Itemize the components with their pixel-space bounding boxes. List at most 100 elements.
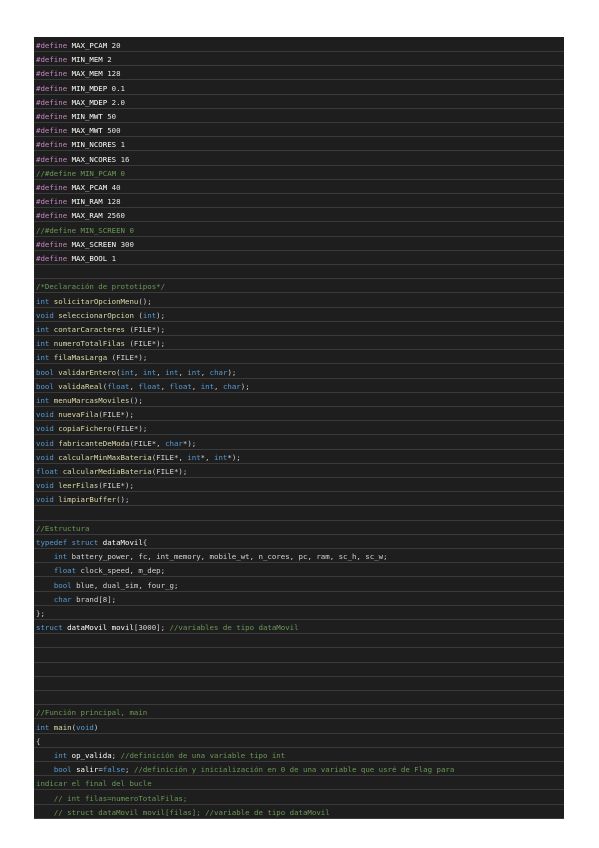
code-token: char <box>209 367 228 377</box>
code-line: //Función principal, main <box>34 706 564 720</box>
code-token: solicitarOpcionMenu <box>49 296 139 306</box>
code-token: op_valida <box>67 751 112 760</box>
code-line: bool blue, dual_sim, four_g; <box>34 579 564 592</box>
code-token: int <box>200 381 215 391</box>
code-line: //#define MIN_SCREEN 0 <box>34 224 564 237</box>
code-line: float calcularMediaBateria(FILE*); <box>34 465 564 478</box>
code-line: bool salir=false; //definición y inicial… <box>34 763 564 777</box>
code-token: void <box>36 438 54 448</box>
code-token: (); <box>116 495 130 505</box>
code-token: // struct dataMovil movil[filas]; //vari… <box>53 807 330 817</box>
code-line <box>34 664 564 677</box>
code-token: #define <box>36 239 68 249</box>
code-token: MAX_MEM <box>67 69 108 79</box>
code-line <box>34 650 564 663</box>
code-token: int <box>142 310 157 320</box>
code-line <box>34 692 564 706</box>
code-token: validaReal <box>53 381 103 391</box>
code-line: #define MAX_SCREEN 300 <box>34 238 564 251</box>
code-token: clock_speed, m_dep; <box>76 566 166 576</box>
code-token: int <box>53 751 68 760</box>
code-line: void calcularMinMaxBateria(FILE*, int*, … <box>34 451 564 464</box>
code-line: #define MIN_MEM 2 <box>34 53 564 67</box>
code-token: MAX_MDEP <box>67 97 112 107</box>
code-line: void nuevaFila(FILE*); <box>34 408 564 422</box>
code-line: int main(void) <box>34 721 564 734</box>
code-token: 20 <box>111 41 121 50</box>
code-token: int <box>142 367 157 377</box>
code-token: fabricanteDeModa <box>53 438 130 448</box>
code-token: (FILE*); <box>98 481 134 491</box>
code-token: // int filas=numeroTotalFilas; <box>53 793 188 803</box>
code-token: *); <box>182 438 197 448</box>
code-line: bool validaReal(float, float, float, int… <box>34 380 564 393</box>
code-line: /*Declaración de prototipos*/ <box>34 280 564 294</box>
code-line: void limpiarBuffer(); <box>34 493 564 507</box>
code-line: int filaMasLarga (FILE*); <box>34 351 564 365</box>
code-line: void copiaFichero(FILE*); <box>34 422 564 436</box>
code-token: numeroTotalFilas <box>49 339 126 349</box>
code-token: void <box>36 452 54 462</box>
code-token: filaMasLarga <box>49 353 108 363</box>
code-token: 40 <box>111 183 121 192</box>
code-token: 2560 <box>107 211 126 221</box>
code-token: , <box>214 381 223 391</box>
code-line: int solicitarOpcionMenu(); <box>34 295 564 308</box>
code-line: char brand[8]; <box>34 593 564 606</box>
code-token: int <box>36 296 50 306</box>
code-line: //Estructura <box>34 522 564 535</box>
code-token: blue, dual_sim, four_g; <box>71 580 179 590</box>
code-token: 128 <box>107 69 121 79</box>
code-token: }; <box>36 609 45 618</box>
code-token: (FILE*); <box>151 467 188 476</box>
code-token: MAX_PCAM <box>67 183 112 192</box>
code-token: int <box>36 325 50 334</box>
code-token: MIN_MWT <box>67 112 108 121</box>
code-token: #define <box>36 140 68 150</box>
code-token: void <box>36 410 54 420</box>
code-token: (FILE*); <box>98 410 134 420</box>
code-line: #define MAX_PCAM 20 <box>34 39 564 52</box>
code-token: MAX_MWT <box>67 126 108 136</box>
code-line: //#define MIN_PCAM 0 <box>34 167 564 180</box>
code-token: dataMovil movil <box>62 623 134 633</box>
code-token: 1 <box>111 254 117 263</box>
code-line: #define MAX_MDEP 2.0 <box>34 96 564 109</box>
code-line: }; <box>34 607 564 620</box>
code-token: struct <box>36 623 63 633</box>
code-token: #define <box>36 126 68 136</box>
code-line: #define MAX_RAM 2560 <box>34 209 564 223</box>
code-line: int numeroTotalFilas (FILE*); <box>34 337 564 351</box>
code-token: ; <box>111 751 121 760</box>
code-token: //Estructura <box>36 523 90 533</box>
code-token: dataMovil <box>98 538 143 547</box>
code-token: float <box>53 566 77 576</box>
code-token: int <box>187 452 201 462</box>
code-token: void <box>36 495 54 505</box>
code-line <box>34 635 564 649</box>
code-token: int <box>36 396 50 405</box>
code-line <box>34 508 564 521</box>
code-token: MAX_NCORES <box>67 154 121 164</box>
code-token: copiaFichero <box>53 424 112 434</box>
code-line: void fabricanteDeModa(FILE*, char*); <box>34 437 564 450</box>
code-token: int <box>53 552 68 562</box>
code-token: , <box>191 381 201 391</box>
code-token: float <box>36 467 59 476</box>
code-token: (FILE*); <box>107 353 148 363</box>
code-token: menuMarcasMoviles <box>49 396 130 405</box>
code-token: false <box>102 765 126 775</box>
code-token: 0.1 <box>111 83 126 93</box>
code-token: , <box>200 367 210 377</box>
code-line: #define MIN_MWT 50 <box>34 110 564 123</box>
code-line: int op_valida; //definición de una varia… <box>34 749 564 762</box>
code-token: ( <box>133 310 143 320</box>
code-token: MIN_MDEP <box>67 83 112 93</box>
code-token: void <box>36 310 54 320</box>
code-token: //definición de una variable tipo int <box>120 751 286 760</box>
code-token: 2 <box>107 55 112 65</box>
